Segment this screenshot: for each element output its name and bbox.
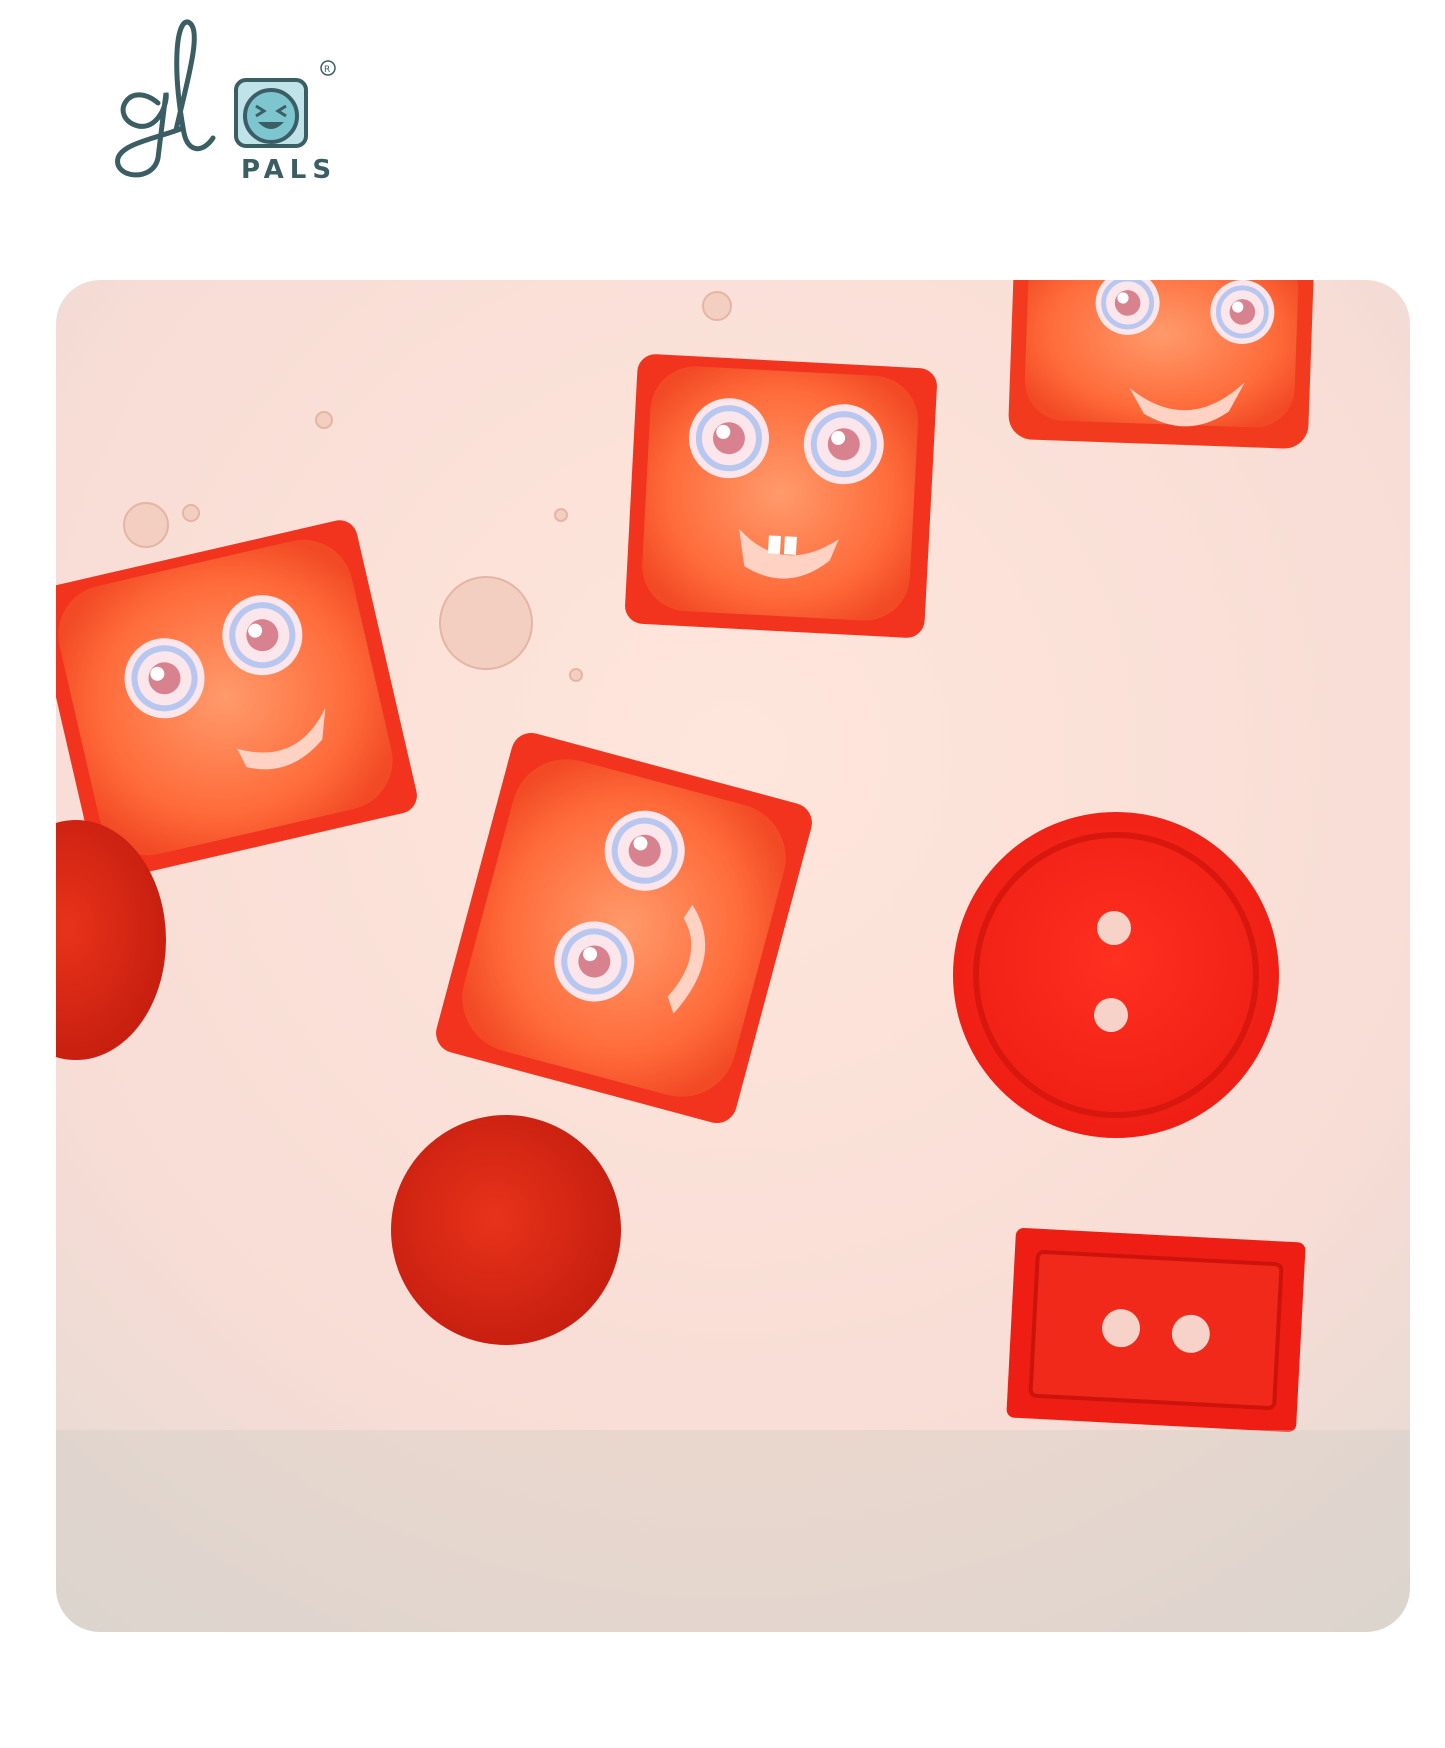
- logo-sub-label: PALS: [241, 155, 338, 185]
- brand-logo[interactable]: R PALS: [88, 8, 348, 188]
- rectangular-button-icon: [1006, 1227, 1306, 1433]
- cube-character-icon: [625, 354, 937, 638]
- product-photo: [56, 280, 1410, 1632]
- svg-text:R: R: [324, 65, 330, 75]
- cube-character-icon: [1008, 280, 1314, 449]
- round-button-icon: [953, 812, 1279, 1138]
- pom-pom-icon: [391, 1115, 621, 1345]
